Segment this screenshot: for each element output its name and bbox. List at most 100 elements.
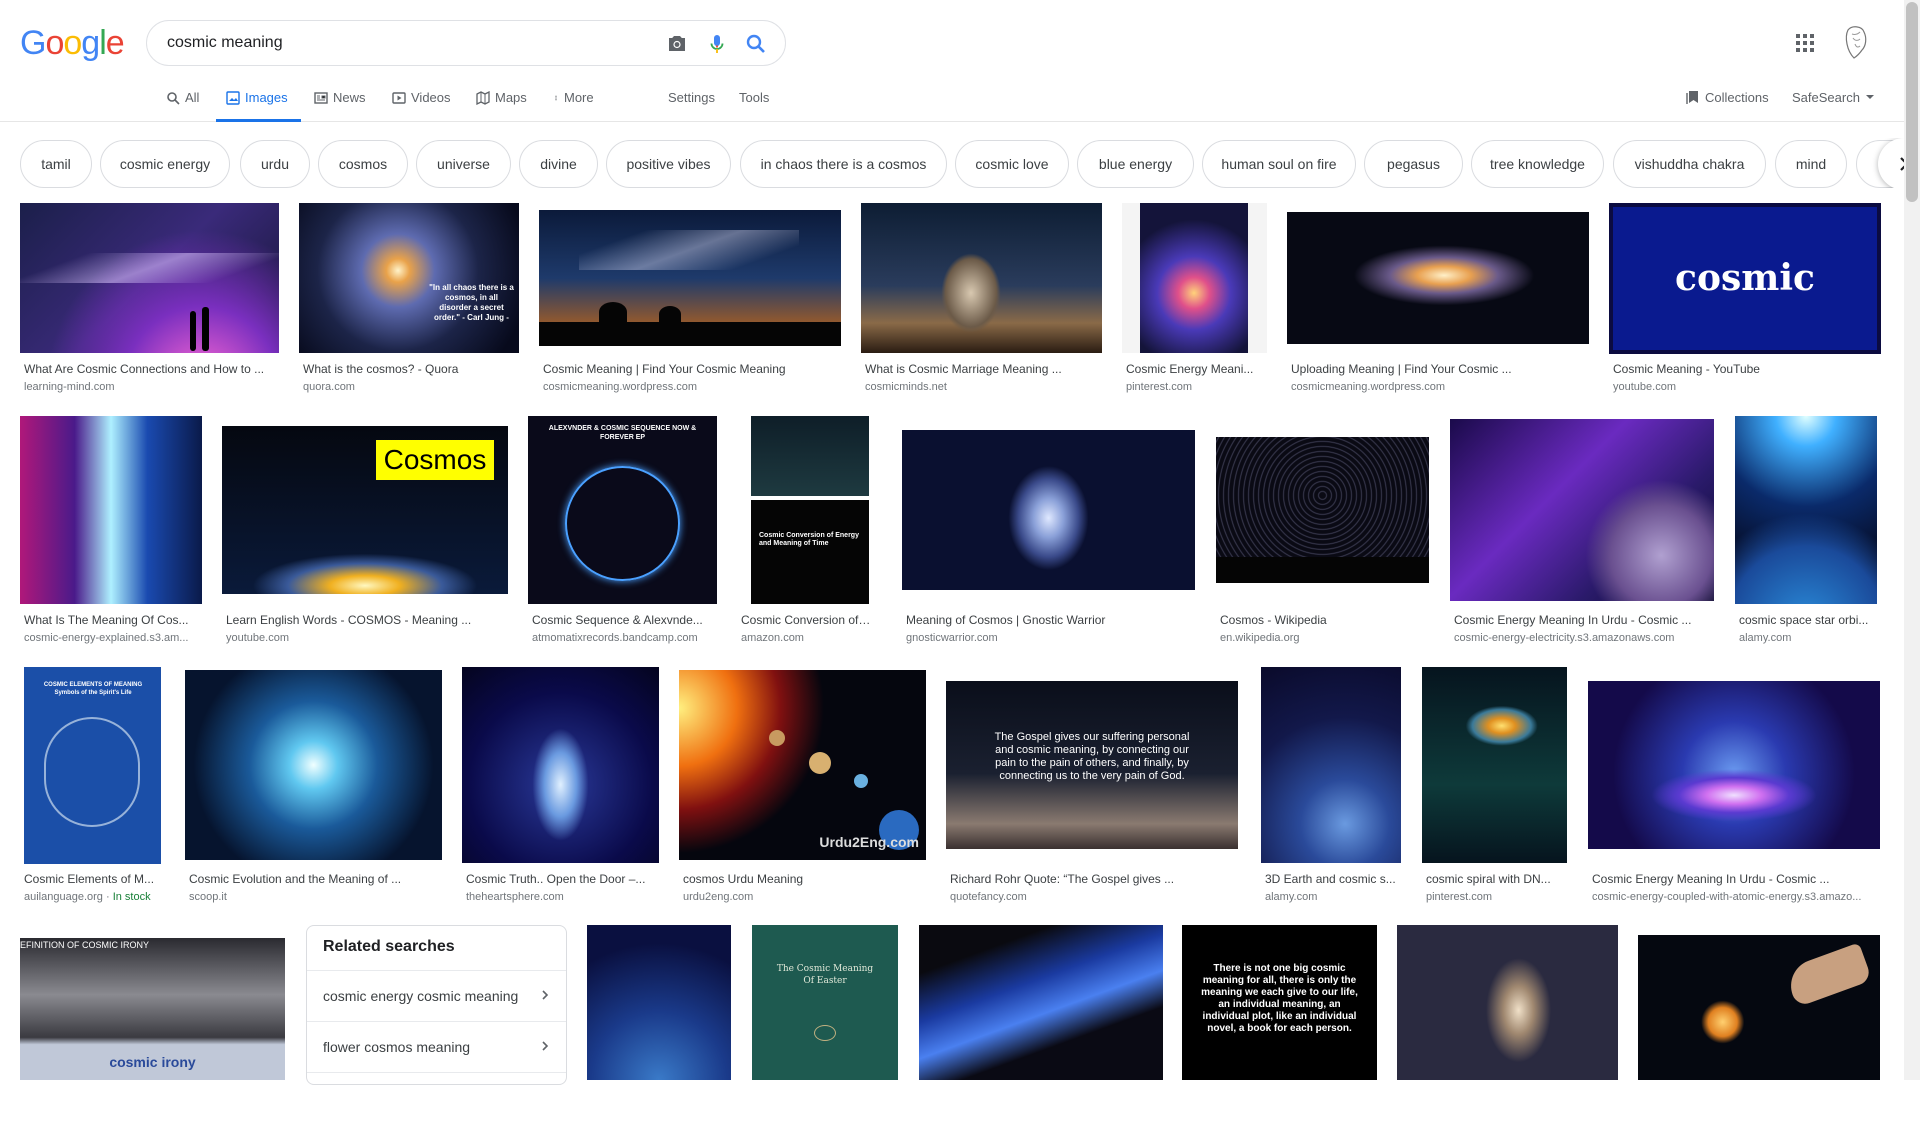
- collections-link[interactable]: Collections: [1686, 90, 1769, 105]
- result-title[interactable]: What Is The Meaning Of Cos...: [24, 613, 202, 627]
- result-title[interactable]: Cosmic Energy Meani...: [1126, 362, 1267, 376]
- scrollbar-thumb[interactable]: [1906, 2, 1918, 202]
- chip[interactable]: universe: [416, 140, 511, 188]
- search-icon: [167, 92, 180, 105]
- result-title[interactable]: What Are Cosmic Connections and How to .…: [24, 362, 279, 376]
- chip[interactable]: divine: [519, 140, 598, 188]
- result-thumbnail[interactable]: [1261, 667, 1401, 863]
- result-thumbnail[interactable]: [1450, 419, 1714, 601]
- tab-more[interactable]: More: [553, 90, 594, 122]
- tab-tools[interactable]: Tools: [739, 90, 769, 122]
- result-title[interactable]: cosmic space star orbi...: [1739, 613, 1877, 627]
- result-source-domain: auilanguage.org: [24, 891, 103, 903]
- thumbnail-text: Cosmic Conversion of Energy and Meaning …: [759, 532, 859, 547]
- result-thumbnail[interactable]: [902, 430, 1195, 590]
- result-thumbnail[interactable]: [1638, 935, 1880, 1080]
- chip[interactable]: mind: [1775, 140, 1847, 188]
- result-thumbnail[interactable]: [1122, 203, 1267, 353]
- chip[interactable]: cosmos: [318, 140, 408, 188]
- chip[interactable]: human soul on fire: [1202, 140, 1356, 188]
- related-search-item[interactable]: cosmic energy cosmic meaning: [307, 970, 566, 1020]
- bookmark-icon: [1686, 91, 1698, 104]
- chip[interactable]: tamil: [20, 140, 92, 188]
- chip[interactable]: tree knowledge: [1471, 140, 1604, 188]
- result-thumbnail[interactable]: cosmic: [1609, 203, 1881, 354]
- tab-videos[interactable]: Videos: [392, 90, 451, 122]
- search-box[interactable]: [146, 20, 786, 66]
- result-title[interactable]: Cosmic Meaning - YouTube: [1613, 362, 1881, 376]
- microphone-icon[interactable]: [705, 32, 729, 56]
- result-thumbnail[interactable]: [185, 670, 442, 860]
- result-thumbnail[interactable]: EFINITION OF COSMIC IRONY cosmic irony: [20, 938, 285, 1080]
- result-title[interactable]: What is the cosmos? - Quora: [303, 362, 518, 376]
- chip[interactable]: pegasus: [1364, 140, 1463, 188]
- result-thumbnail[interactable]: [1397, 925, 1618, 1080]
- result-thumbnail[interactable]: [1422, 667, 1567, 863]
- tab-maps[interactable]: Maps: [476, 90, 527, 122]
- chip[interactable]: cosmic energy: [100, 140, 230, 188]
- result-thumbnail[interactable]: The Gospel gives our suffering personal …: [946, 681, 1238, 849]
- tab-images[interactable]: Images: [216, 90, 301, 122]
- related-search-item[interactable]: flower cosmos meaning: [307, 1021, 566, 1071]
- result-thumbnail[interactable]: [462, 667, 659, 863]
- result-source: quotefancy.com: [950, 891, 1027, 903]
- safesearch-menu[interactable]: SafeSearch: [1792, 90, 1874, 105]
- chip[interactable]: vishuddha chakra: [1613, 140, 1766, 188]
- result-thumbnail[interactable]: [861, 203, 1102, 353]
- chip[interactable]: urdu: [240, 140, 310, 188]
- result-title[interactable]: Cosmic Sequence & Alexvnde...: [532, 613, 717, 627]
- result-thumbnail[interactable]: There is not one big cosmic meaning for …: [1182, 925, 1377, 1080]
- result-thumbnail[interactable]: [20, 203, 279, 353]
- tab-news[interactable]: News: [314, 90, 366, 122]
- result-title[interactable]: cosmos Urdu Meaning: [683, 872, 926, 886]
- result-title[interactable]: Cosmic Energy Meaning In Urdu - Cosmic .…: [1592, 872, 1880, 886]
- chip[interactable]: cosmic love: [955, 140, 1069, 188]
- result-title[interactable]: Cosmic Energy Meaning In Urdu - Cosmic .…: [1454, 613, 1714, 627]
- result-title[interactable]: Cosmic Evolution and the Meaning of ...: [189, 872, 442, 886]
- result-title[interactable]: Meaning of Cosmos | Gnostic Warrior: [906, 613, 1195, 627]
- account-avatar[interactable]: [1840, 24, 1872, 60]
- result-title[interactable]: What is Cosmic Marriage Meaning ...: [865, 362, 1102, 376]
- result-thumbnail[interactable]: [20, 416, 202, 604]
- chip[interactable]: positive vibes: [606, 140, 731, 188]
- result-thumbnail[interactable]: [919, 925, 1163, 1080]
- result-thumbnail[interactable]: "In all chaos there is a cosmos, in all …: [299, 203, 519, 353]
- result-title[interactable]: Cosmos - Wikipedia: [1220, 613, 1429, 627]
- result-thumbnail[interactable]: ALEXVNDER & COSMIC SEQUENCE NOW & FOREVE…: [528, 416, 717, 604]
- result-thumbnail[interactable]: [1216, 437, 1429, 583]
- chip[interactable]: blue energy: [1077, 140, 1194, 188]
- search-icon[interactable]: [744, 32, 768, 56]
- quote-overlay: The Gospel gives our suffering personal …: [994, 731, 1190, 782]
- result-title[interactable]: cosmic spiral with DN...: [1426, 872, 1567, 886]
- google-logo[interactable]: Google: [20, 24, 125, 63]
- result-title[interactable]: Cosmic Truth.. Open the Door –...: [466, 872, 659, 886]
- result-title[interactable]: Cosmic Conversion of ...: [741, 613, 871, 627]
- map-icon: [476, 91, 490, 105]
- result-title[interactable]: Cosmic Meaning | Find Your Cosmic Meanin…: [543, 362, 841, 376]
- chip[interactable]: in chaos there is a cosmos: [740, 140, 947, 188]
- tab-settings[interactable]: Settings: [668, 90, 715, 122]
- result-thumbnail[interactable]: [539, 210, 841, 346]
- result-title[interactable]: 3D Earth and cosmic s...: [1265, 872, 1401, 886]
- tab-all[interactable]: All: [166, 90, 199, 122]
- camera-icon[interactable]: [665, 32, 689, 56]
- search-input[interactable]: [167, 32, 647, 54]
- result-thumbnail[interactable]: Cosmic Conversion of Energy and Meaning …: [737, 416, 871, 604]
- result-source: cosmicmeaning.wordpress.com: [543, 381, 698, 393]
- result-title[interactable]: Uploading Meaning | Find Your Cosmic ...: [1291, 362, 1589, 376]
- result-title[interactable]: Learn English Words - COSMOS - Meaning .…: [226, 613, 508, 627]
- result-title[interactable]: Richard Rohr Quote: “The Gospel gives ..…: [950, 872, 1238, 886]
- result-thumbnail[interactable]: [1735, 416, 1877, 604]
- result-thumbnail[interactable]: COSMIC ELEMENTS OF MEANING Symbols of th…: [20, 667, 161, 864]
- result-source: scoop.it: [189, 891, 227, 903]
- result-thumbnail[interactable]: [1287, 212, 1589, 344]
- apps-grid-icon[interactable]: [1795, 33, 1815, 53]
- related-searches-card: Related searches cosmic energy cosmic me…: [306, 925, 567, 1085]
- result-thumbnail[interactable]: Urdu2Eng.com: [679, 670, 926, 860]
- result-thumbnail[interactable]: Cosmos: [222, 426, 508, 594]
- result-title[interactable]: Cosmic Elements of M...: [24, 872, 161, 886]
- more-vert-icon: [555, 95, 557, 101]
- result-thumbnail[interactable]: [587, 925, 731, 1080]
- result-thumbnail[interactable]: [1588, 681, 1880, 849]
- result-thumbnail[interactable]: The Cosmic Meaning Of Easter: [752, 925, 898, 1080]
